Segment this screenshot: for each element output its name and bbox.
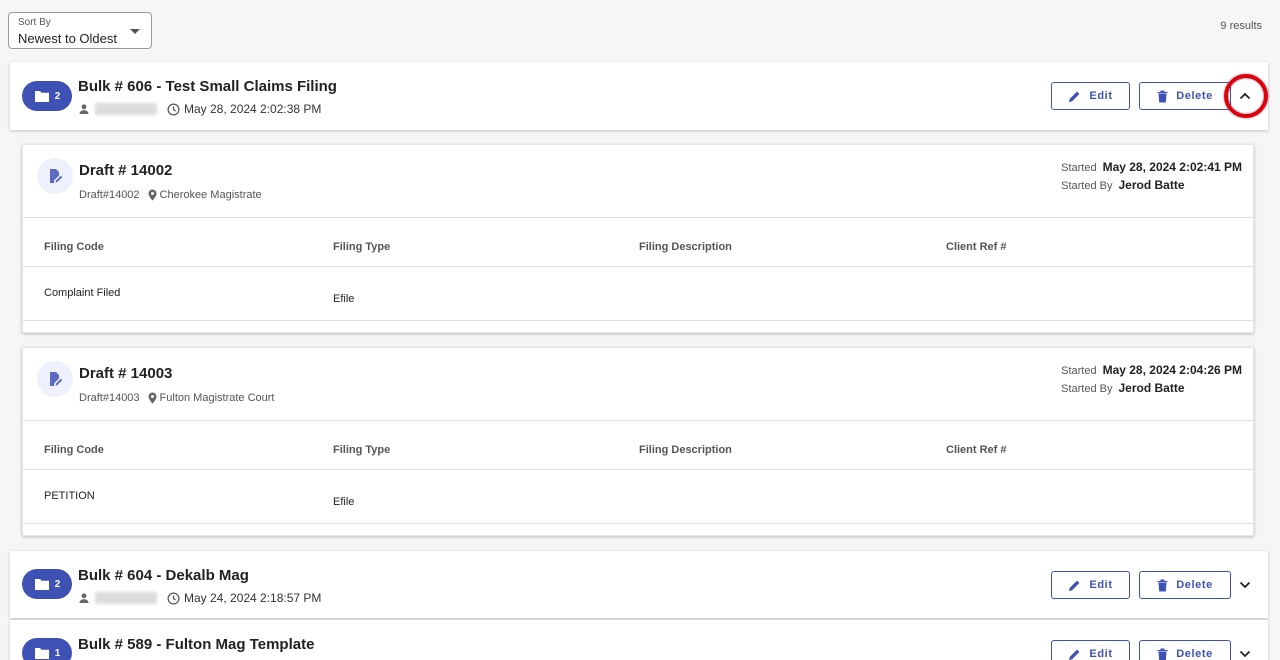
caret-down-icon	[130, 29, 140, 34]
sort-by-value: Newest to Oldest	[18, 31, 117, 46]
edit-label: Edit	[1089, 90, 1113, 102]
location-pin-icon	[148, 392, 157, 404]
started-date: May 28, 2024 2:04:26 PM	[1102, 363, 1242, 377]
draft-id: Draft#14002	[79, 189, 140, 201]
person-icon	[79, 593, 89, 603]
cell-filing-code: Complaint Filed	[44, 287, 121, 299]
location-pin-icon	[148, 189, 157, 201]
edit-label: Edit	[1089, 579, 1113, 591]
cell-filing-type: Efile	[333, 293, 355, 305]
expand-button[interactable]	[1237, 577, 1253, 593]
bulk-card: 2 Bulk # 606 - Test Small Claims Filing …	[10, 62, 1268, 130]
pencil-icon	[1069, 91, 1080, 102]
th-filing-description: Filing Description	[639, 444, 732, 456]
draft-edit-icon	[50, 169, 63, 183]
expand-button[interactable]	[1237, 646, 1253, 660]
bulk-title: Bulk # 589 - Fulton Mag Template	[78, 636, 315, 653]
edit-button[interactable]: Edit	[1051, 82, 1130, 110]
edit-button[interactable]: Edit	[1051, 571, 1130, 599]
started-by-label: Started By	[1061, 180, 1113, 192]
pencil-icon	[1069, 580, 1080, 591]
trash-icon	[1157, 90, 1168, 102]
bulk-meta: May 28, 2024 2:02:38 PM	[78, 102, 321, 116]
bulk-draft-count-badge: 2	[22, 81, 72, 111]
folder-icon	[34, 90, 49, 102]
bulk-count: 2	[54, 90, 61, 102]
bulk-draft-count-badge: 1	[22, 638, 72, 660]
chevron-down-icon	[1239, 581, 1251, 589]
draft-id: Draft#14003	[79, 392, 140, 404]
clock-icon	[167, 591, 180, 605]
draft-location-name: Fulton Magistrate Court	[159, 392, 275, 404]
highlight-circle	[1224, 74, 1268, 118]
bulk-card: 1 Bulk # 589 - Fulton Mag Template Edit …	[10, 620, 1268, 660]
th-filing-code: Filing Code	[44, 241, 104, 253]
chevron-down-icon	[1239, 650, 1251, 658]
bulk-date: May 28, 2024 2:02:38 PM	[184, 102, 322, 116]
draft-card: Draft # 14003 Draft#14003 Fulton Magistr…	[22, 347, 1254, 536]
bulk-title: Bulk # 606 - Test Small Claims Filing	[78, 78, 337, 95]
bulk-draft-count-badge: 2	[22, 569, 72, 599]
table-header-row: Filing Code Filing Type Filing Descripti…	[23, 421, 1253, 470]
table-row: PETITION Efile	[23, 470, 1253, 524]
started-by-name: Jerod Batte	[1118, 381, 1185, 395]
bulk-card: 2 Bulk # 604 - Dekalb Mag May 24, 2024 2…	[10, 551, 1268, 618]
bulk-count: 1	[54, 647, 61, 659]
delete-button[interactable]: Delete	[1139, 571, 1231, 599]
cell-filing-type: Efile	[333, 496, 355, 508]
started-date: May 28, 2024 2:02:41 PM	[1102, 160, 1242, 174]
started-by-name: Jerod Batte	[1118, 178, 1185, 192]
results-count: 9 results	[1220, 20, 1262, 32]
draft-subtitle: Draft#14003 Fulton Magistrate Court	[79, 392, 274, 404]
draft-location: Fulton Magistrate Court	[148, 392, 275, 404]
sort-by-select[interactable]: Sort By Newest to Oldest	[8, 12, 152, 49]
delete-label: Delete	[1176, 648, 1213, 660]
th-client-ref: Client Ref #	[946, 444, 1007, 456]
edit-label: Edit	[1089, 648, 1113, 660]
bulk-date: May 24, 2024 2:18:57 PM	[184, 591, 322, 605]
delete-label: Delete	[1176, 90, 1213, 102]
delete-button[interactable]: Delete	[1139, 82, 1231, 110]
person-icon	[79, 104, 89, 114]
draft-icon-circle	[37, 158, 73, 194]
started-label: Started	[1061, 162, 1097, 174]
draft-icon-circle	[37, 361, 73, 397]
sort-by-label: Sort By	[18, 17, 51, 28]
th-filing-type: Filing Type	[333, 241, 391, 253]
trash-icon	[1157, 579, 1168, 591]
delete-label: Delete	[1176, 579, 1213, 591]
th-filing-code: Filing Code	[44, 444, 104, 456]
th-filing-description: Filing Description	[639, 241, 732, 253]
draft-subtitle: Draft#14002 Cherokee Magistrate	[79, 189, 262, 201]
edit-button[interactable]: Edit	[1051, 640, 1130, 660]
folder-icon	[34, 578, 49, 590]
table-row: Complaint Filed Efile	[23, 267, 1253, 321]
delete-button[interactable]: Delete	[1139, 640, 1231, 660]
th-filing-type: Filing Type	[333, 444, 391, 456]
bulk-meta: May 24, 2024 2:18:57 PM	[78, 591, 321, 605]
table-header-row: Filing Code Filing Type Filing Descripti…	[23, 218, 1253, 267]
draft-started-info: Started May 28, 2024 2:02:41 PM Started B…	[1061, 160, 1242, 196]
draft-location-name: Cherokee Magistrate	[159, 189, 262, 201]
draft-location: Cherokee Magistrate	[148, 189, 262, 201]
trash-icon	[1157, 648, 1168, 660]
draft-started-info: Started May 28, 2024 2:04:26 PM Started B…	[1061, 363, 1242, 399]
bulk-title: Bulk # 604 - Dekalb Mag	[78, 567, 249, 584]
cell-filing-code: PETITION	[44, 490, 95, 502]
clock-icon	[167, 102, 180, 116]
blurred-user-name	[95, 103, 157, 115]
pencil-icon	[1069, 649, 1080, 660]
th-client-ref: Client Ref #	[946, 241, 1007, 253]
started-by-label: Started By	[1061, 383, 1113, 395]
draft-title: Draft # 14003	[79, 365, 173, 382]
started-label: Started	[1061, 365, 1097, 377]
blurred-user-name	[95, 592, 157, 604]
draft-edit-icon	[50, 372, 63, 386]
bulk-count: 2	[54, 578, 61, 590]
draft-card: Draft # 14002 Draft#14002 Cherokee Magis…	[22, 144, 1254, 333]
draft-title: Draft # 14002	[79, 162, 173, 179]
folder-icon	[34, 647, 49, 659]
